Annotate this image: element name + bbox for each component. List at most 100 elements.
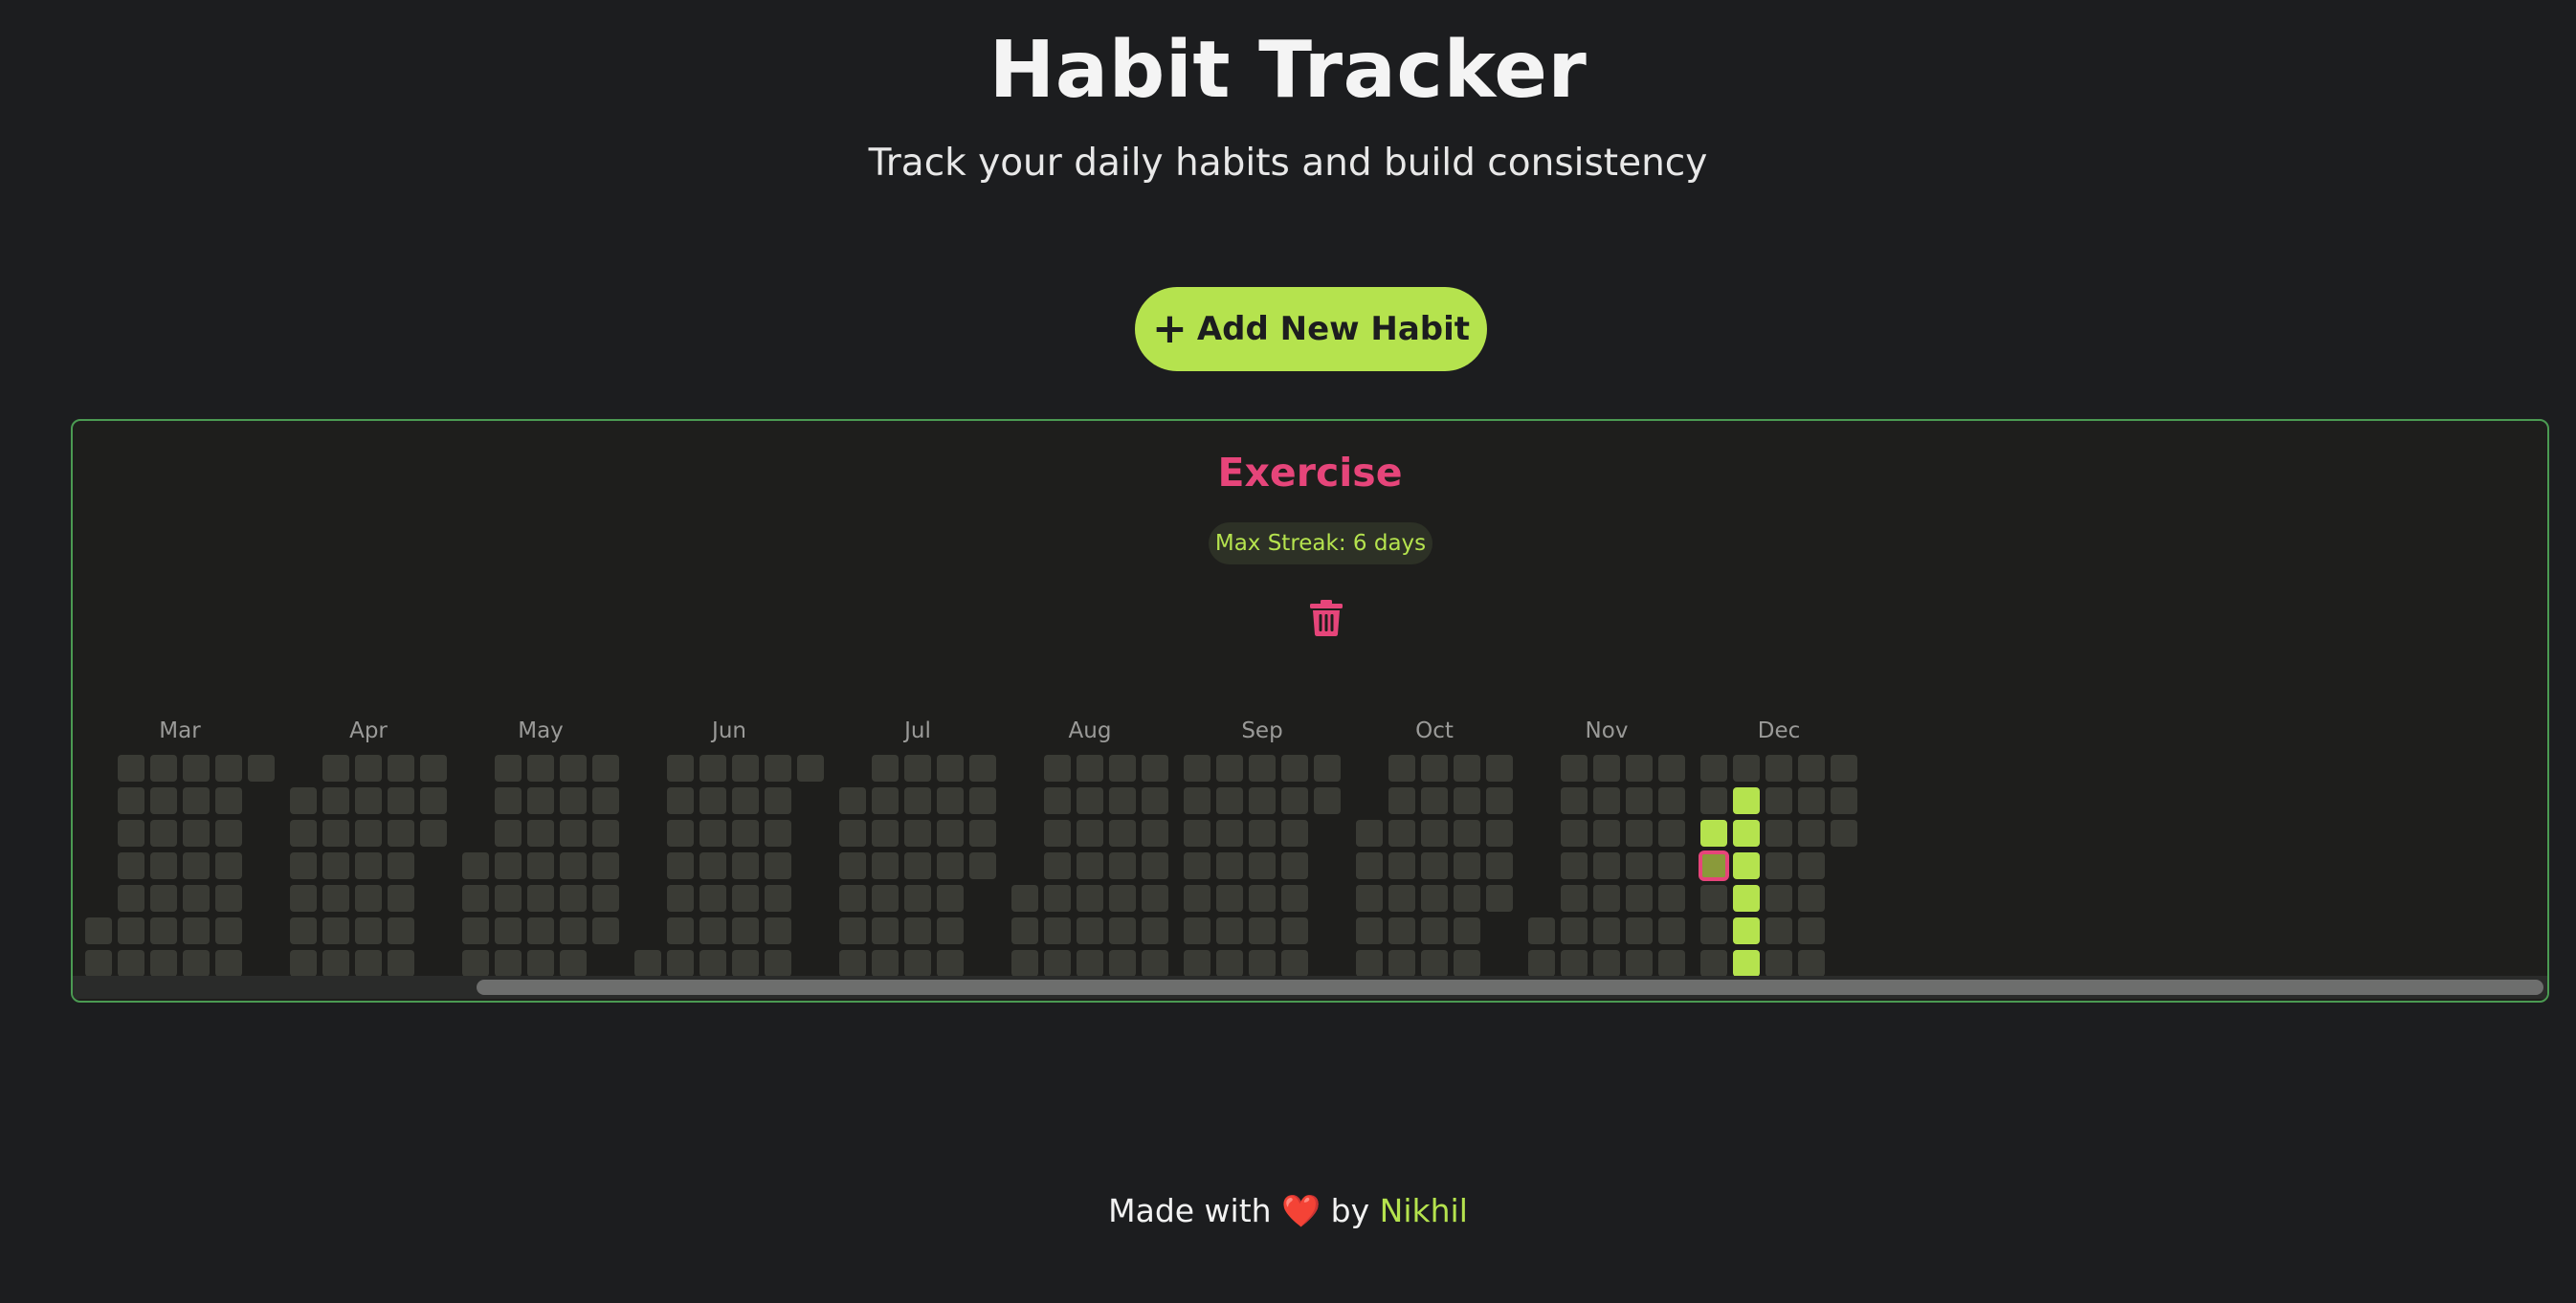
day-cell[interactable] [1658,885,1685,912]
day-cell[interactable] [1733,950,1760,976]
day-cell[interactable] [732,820,759,847]
day-cell[interactable] [1077,885,1103,912]
day-cell[interactable] [872,787,899,814]
day-cell[interactable] [495,820,522,847]
day-cell[interactable] [1831,820,1857,847]
day-cell[interactable] [1388,950,1415,976]
day-cell[interactable] [1184,787,1210,814]
day-cell[interactable] [1011,885,1038,912]
day-cell[interactable] [839,820,866,847]
day-cell[interactable] [1109,950,1136,976]
day-cell[interactable] [1388,787,1415,814]
day-cell[interactable] [1561,885,1588,912]
day-cell[interactable] [1249,787,1276,814]
day-cell[interactable] [215,820,242,847]
day-cell[interactable] [150,917,177,944]
day-cell[interactable] [969,755,996,782]
day-cell[interactable] [1733,852,1760,879]
day-cell[interactable] [183,950,210,976]
day-cell[interactable] [1077,917,1103,944]
author-link[interactable]: Nikhil [1380,1192,1468,1229]
day-cell[interactable] [1528,917,1555,944]
day-cell[interactable] [215,755,242,782]
day-cell[interactable] [1733,885,1760,912]
day-cell[interactable] [1528,950,1555,976]
day-cell[interactable] [700,820,726,847]
day-cell[interactable] [1486,885,1513,912]
day-cell[interactable] [495,787,522,814]
day-cell[interactable] [1216,885,1243,912]
day-cell[interactable] [1454,917,1480,944]
day-cell[interactable] [904,787,931,814]
day-cell[interactable] [290,917,317,944]
day-cell[interactable] [1699,850,1729,881]
day-cell[interactable] [1216,755,1243,782]
day-cell[interactable] [183,755,210,782]
day-cell[interactable] [732,852,759,879]
day-cell[interactable] [872,950,899,976]
day-cell[interactable] [1044,950,1071,976]
day-cell[interactable] [1561,787,1588,814]
day-cell[interactable] [937,885,964,912]
day-cell[interactable] [495,917,522,944]
day-cell[interactable] [872,885,899,912]
day-cell[interactable] [1142,787,1168,814]
day-cell[interactable] [560,852,587,879]
day-cell[interactable] [1249,820,1276,847]
day-cell[interactable] [183,787,210,814]
day-cell[interactable] [872,917,899,944]
day-cell[interactable] [1109,852,1136,879]
day-cell[interactable] [1626,885,1653,912]
day-cell[interactable] [183,917,210,944]
day-cell[interactable] [355,852,382,879]
day-cell[interactable] [1142,755,1168,782]
day-cell[interactable] [765,787,791,814]
day-cell[interactable] [1486,820,1513,847]
day-cell[interactable] [667,885,694,912]
day-cell[interactable] [592,787,619,814]
day-cell[interactable] [290,885,317,912]
day-cell[interactable] [215,885,242,912]
day-cell[interactable] [1798,917,1825,944]
day-cell[interactable] [1142,917,1168,944]
day-cell[interactable] [1044,885,1071,912]
day-cell[interactable] [1388,852,1415,879]
day-cell[interactable] [839,852,866,879]
day-cell[interactable] [355,755,382,782]
day-cell[interactable] [1765,787,1792,814]
day-cell[interactable] [667,917,694,944]
day-cell[interactable] [560,950,587,976]
day-cell[interactable] [700,852,726,879]
day-cell[interactable] [1109,885,1136,912]
day-cell[interactable] [937,950,964,976]
day-cell[interactable] [1561,917,1588,944]
day-cell[interactable] [355,787,382,814]
day-cell[interactable] [1184,917,1210,944]
day-cell[interactable] [183,852,210,879]
day-cell[interactable] [1216,917,1243,944]
day-cell[interactable] [592,852,619,879]
day-cell[interactable] [1658,852,1685,879]
scrollbar-thumb[interactable] [477,980,2543,995]
day-cell[interactable] [388,820,414,847]
day-cell[interactable] [765,852,791,879]
day-cell[interactable] [355,917,382,944]
day-cell[interactable] [118,755,144,782]
day-cell[interactable] [118,950,144,976]
day-cell[interactable] [667,820,694,847]
day-cell[interactable] [1658,755,1685,782]
day-cell[interactable] [215,852,242,879]
day-cell[interactable] [667,787,694,814]
day-cell[interactable] [150,787,177,814]
day-cell[interactable] [118,885,144,912]
day-cell[interactable] [118,820,144,847]
day-cell[interactable] [322,820,349,847]
day-cell[interactable] [420,820,447,847]
day-cell[interactable] [1700,820,1727,847]
day-cell[interactable] [1593,885,1620,912]
day-cell[interactable] [1593,852,1620,879]
day-cell[interactable] [1281,950,1308,976]
day-cell[interactable] [1249,917,1276,944]
day-cell[interactable] [839,885,866,912]
day-cell[interactable] [765,917,791,944]
